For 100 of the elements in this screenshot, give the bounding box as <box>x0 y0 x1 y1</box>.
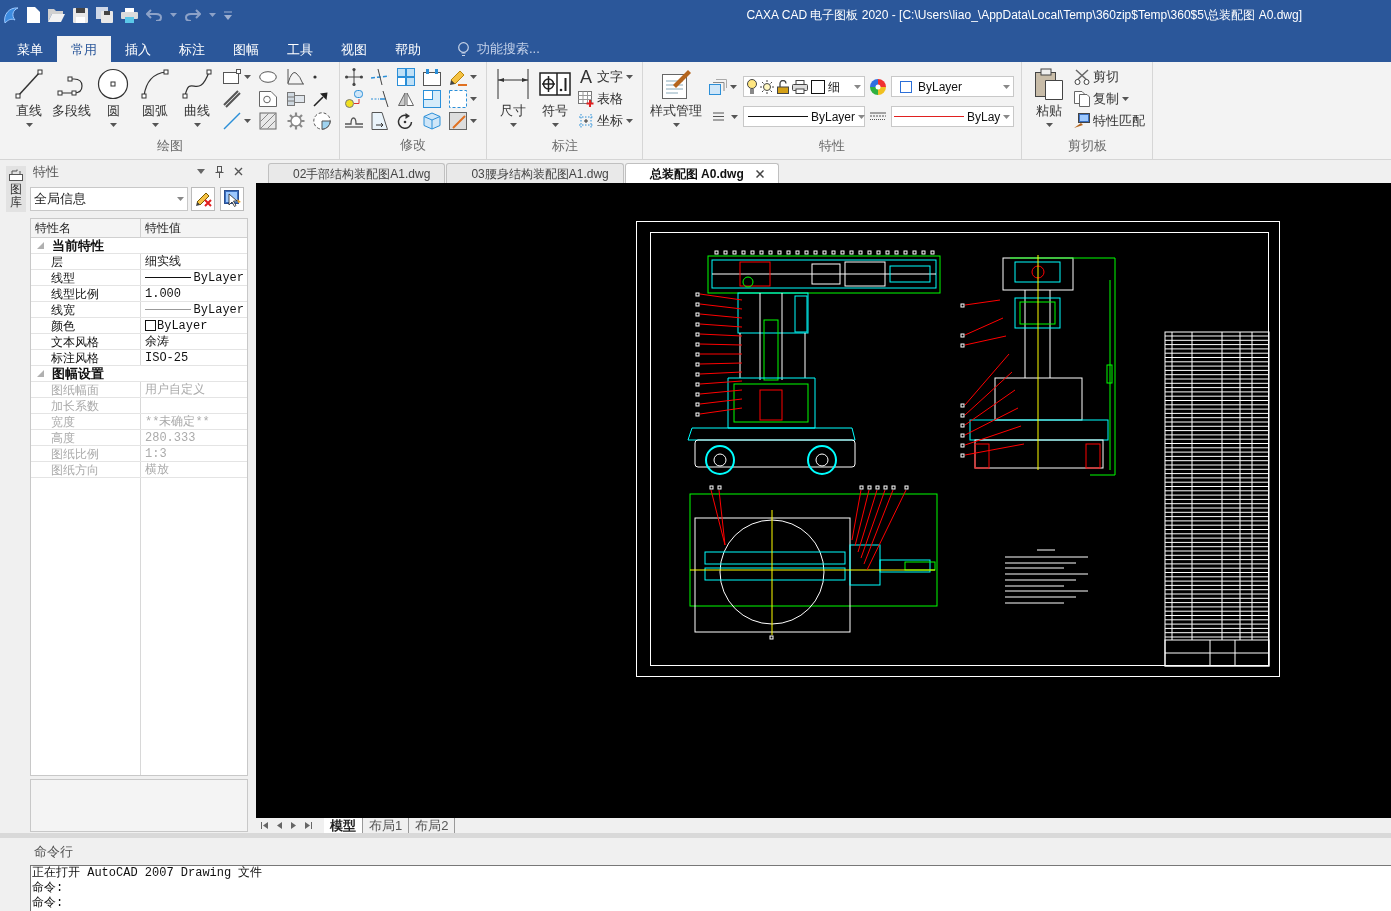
array-icon[interactable] <box>397 68 415 86</box>
next-icon[interactable] <box>291 822 296 829</box>
caret-icon[interactable] <box>731 114 738 119</box>
previous-icon[interactable] <box>277 822 282 829</box>
lock-icon <box>777 79 789 94</box>
rectangle-icon[interactable] <box>223 69 241 85</box>
caret-icon[interactable] <box>209 13 216 17</box>
ribbon-tab[interactable]: 插入 <box>111 36 165 62</box>
page-arrow-icon[interactable] <box>371 112 388 130</box>
caret-icon[interactable] <box>730 84 737 89</box>
point-icon[interactable] <box>313 75 317 79</box>
document-tab[interactable]: 03腰身结构装配图A1.dwg <box>446 163 624 183</box>
lineweight-icon[interactable] <box>870 111 886 122</box>
print-icon[interactable] <box>121 7 138 23</box>
redo-icon[interactable] <box>185 9 201 21</box>
drawing-canvas[interactable] <box>256 183 1391 818</box>
linetype-dropdown[interactable]: ByLayer <box>743 106 865 127</box>
last-icon[interactable] <box>305 822 312 829</box>
match-properties-button[interactable]: 特性匹配 <box>1074 110 1145 132</box>
caret-icon[interactable] <box>244 119 251 123</box>
column-header[interactable]: 特性名 <box>35 221 71 235</box>
gear-icon[interactable] <box>287 112 305 130</box>
crossing-lines-icon[interactable] <box>371 69 389 85</box>
table-button[interactable]: 表格 <box>578 88 633 110</box>
box-slash-icon[interactable] <box>449 112 467 130</box>
stacked-sheets-icon[interactable] <box>709 78 727 95</box>
hatch-icon[interactable] <box>259 112 277 130</box>
style-manager-button[interactable]: 样式管理 <box>643 62 709 138</box>
polygon-icon[interactable] <box>259 91 277 107</box>
mirror-icon[interactable] <box>397 92 415 106</box>
bolt-icon[interactable] <box>287 92 305 106</box>
cut-button[interactable]: 剪切 <box>1074 66 1145 88</box>
section-title: 当前特性 <box>52 238 104 253</box>
ribbon-tab[interactable]: 常用 <box>57 36 111 62</box>
side-tab[interactable]: 图库 <box>6 166 26 213</box>
pencil-icon[interactable] <box>449 68 467 86</box>
document-tab[interactable]: 总装配图 A0.dwg <box>624 163 779 183</box>
caret-icon[interactable] <box>197 169 205 174</box>
document-tab[interactable]: 02手部结构装配图A1.dwg <box>268 163 446 183</box>
caret-icon[interactable] <box>470 119 477 123</box>
double-line-icon[interactable] <box>223 90 241 108</box>
layout-tab[interactable]: 模型 <box>324 818 363 833</box>
open-folder-icon[interactable] <box>48 8 65 22</box>
ribbon-tab[interactable]: 菜单 <box>3 36 57 62</box>
curve-plot-icon[interactable] <box>287 69 304 85</box>
rotate-icon[interactable] <box>397 113 413 129</box>
close-icon[interactable] <box>755 169 764 178</box>
circle-button[interactable]: 圆 <box>92 62 134 138</box>
arrow-icon[interactable] <box>313 91 328 107</box>
pin-icon[interactable] <box>215 165 224 178</box>
bump-line-icon[interactable] <box>345 114 363 128</box>
polyline-button[interactable]: 多段线 <box>50 62 92 138</box>
diagonal-line-icon[interactable] <box>223 112 241 130</box>
caret-icon[interactable] <box>470 75 477 79</box>
nested-squares-icon[interactable] <box>423 90 441 108</box>
cube-icon[interactable] <box>423 112 441 130</box>
move-icon[interactable] <box>345 68 363 86</box>
selection-dropdown[interactable]: 全局信息 <box>30 186 188 211</box>
lineweight-dropdown[interactable]: ByLay <box>891 106 1014 127</box>
symbol-icon <box>539 72 571 96</box>
property-value: 1.000 <box>145 286 181 301</box>
ribbon-tab[interactable]: 标注 <box>165 36 219 62</box>
first-icon[interactable] <box>261 822 268 829</box>
dimension-button[interactable]: 尺寸 <box>492 62 534 138</box>
column-header[interactable]: 特性值 <box>145 221 181 235</box>
select-objects-button[interactable] <box>220 186 244 211</box>
text-button[interactable]: A 文字 <box>578 66 633 88</box>
paste-button[interactable]: 粘贴 <box>1026 62 1072 138</box>
copy-button[interactable]: 复制 <box>1074 88 1145 110</box>
color-dropdown[interactable]: ByLayer <box>891 76 1014 97</box>
new-file-icon[interactable] <box>27 7 40 23</box>
save-all-icon[interactable] <box>96 7 113 23</box>
clear-selection-button[interactable] <box>191 186 215 211</box>
layer-dropdown[interactable]: 细 <box>743 76 865 97</box>
arc-fill-icon[interactable] <box>313 112 331 130</box>
ribbon-tab[interactable]: 视图 <box>327 36 381 62</box>
color-wheel-icon[interactable] <box>870 78 886 95</box>
ribbon-tab[interactable]: 帮助 <box>381 36 435 62</box>
ribbon-tab[interactable]: 工具 <box>273 36 327 62</box>
line-button[interactable]: 直线 <box>8 62 50 138</box>
dashed-rectangle-icon[interactable] <box>449 90 467 108</box>
caret-icon[interactable] <box>244 75 251 79</box>
caret-icon[interactable] <box>470 97 477 101</box>
customize-icon[interactable] <box>224 10 232 20</box>
coordinate-button[interactable]: 坐标 <box>578 110 633 132</box>
ribbon-tab[interactable]: 图幅 <box>219 36 273 62</box>
symbol-button[interactable]: 符号 <box>534 62 576 138</box>
ellipse-icon[interactable] <box>259 71 277 83</box>
save-icon[interactable] <box>73 7 88 23</box>
dashed-line-cross-icon[interactable] <box>371 91 389 107</box>
undo-icon[interactable] <box>146 9 162 21</box>
app-logo-icon[interactable] <box>3 6 19 24</box>
spline-button[interactable]: 曲线 <box>176 62 218 138</box>
search-field[interactable]: 功能搜索... <box>477 39 569 59</box>
rectangle-handles-icon[interactable] <box>423 68 441 86</box>
caret-icon[interactable] <box>170 13 177 17</box>
linetype-icon[interactable] <box>713 112 724 121</box>
close-icon[interactable] <box>234 167 243 176</box>
arc-button[interactable]: 圆弧 <box>134 62 176 138</box>
line-sample-icon <box>748 115 808 118</box>
